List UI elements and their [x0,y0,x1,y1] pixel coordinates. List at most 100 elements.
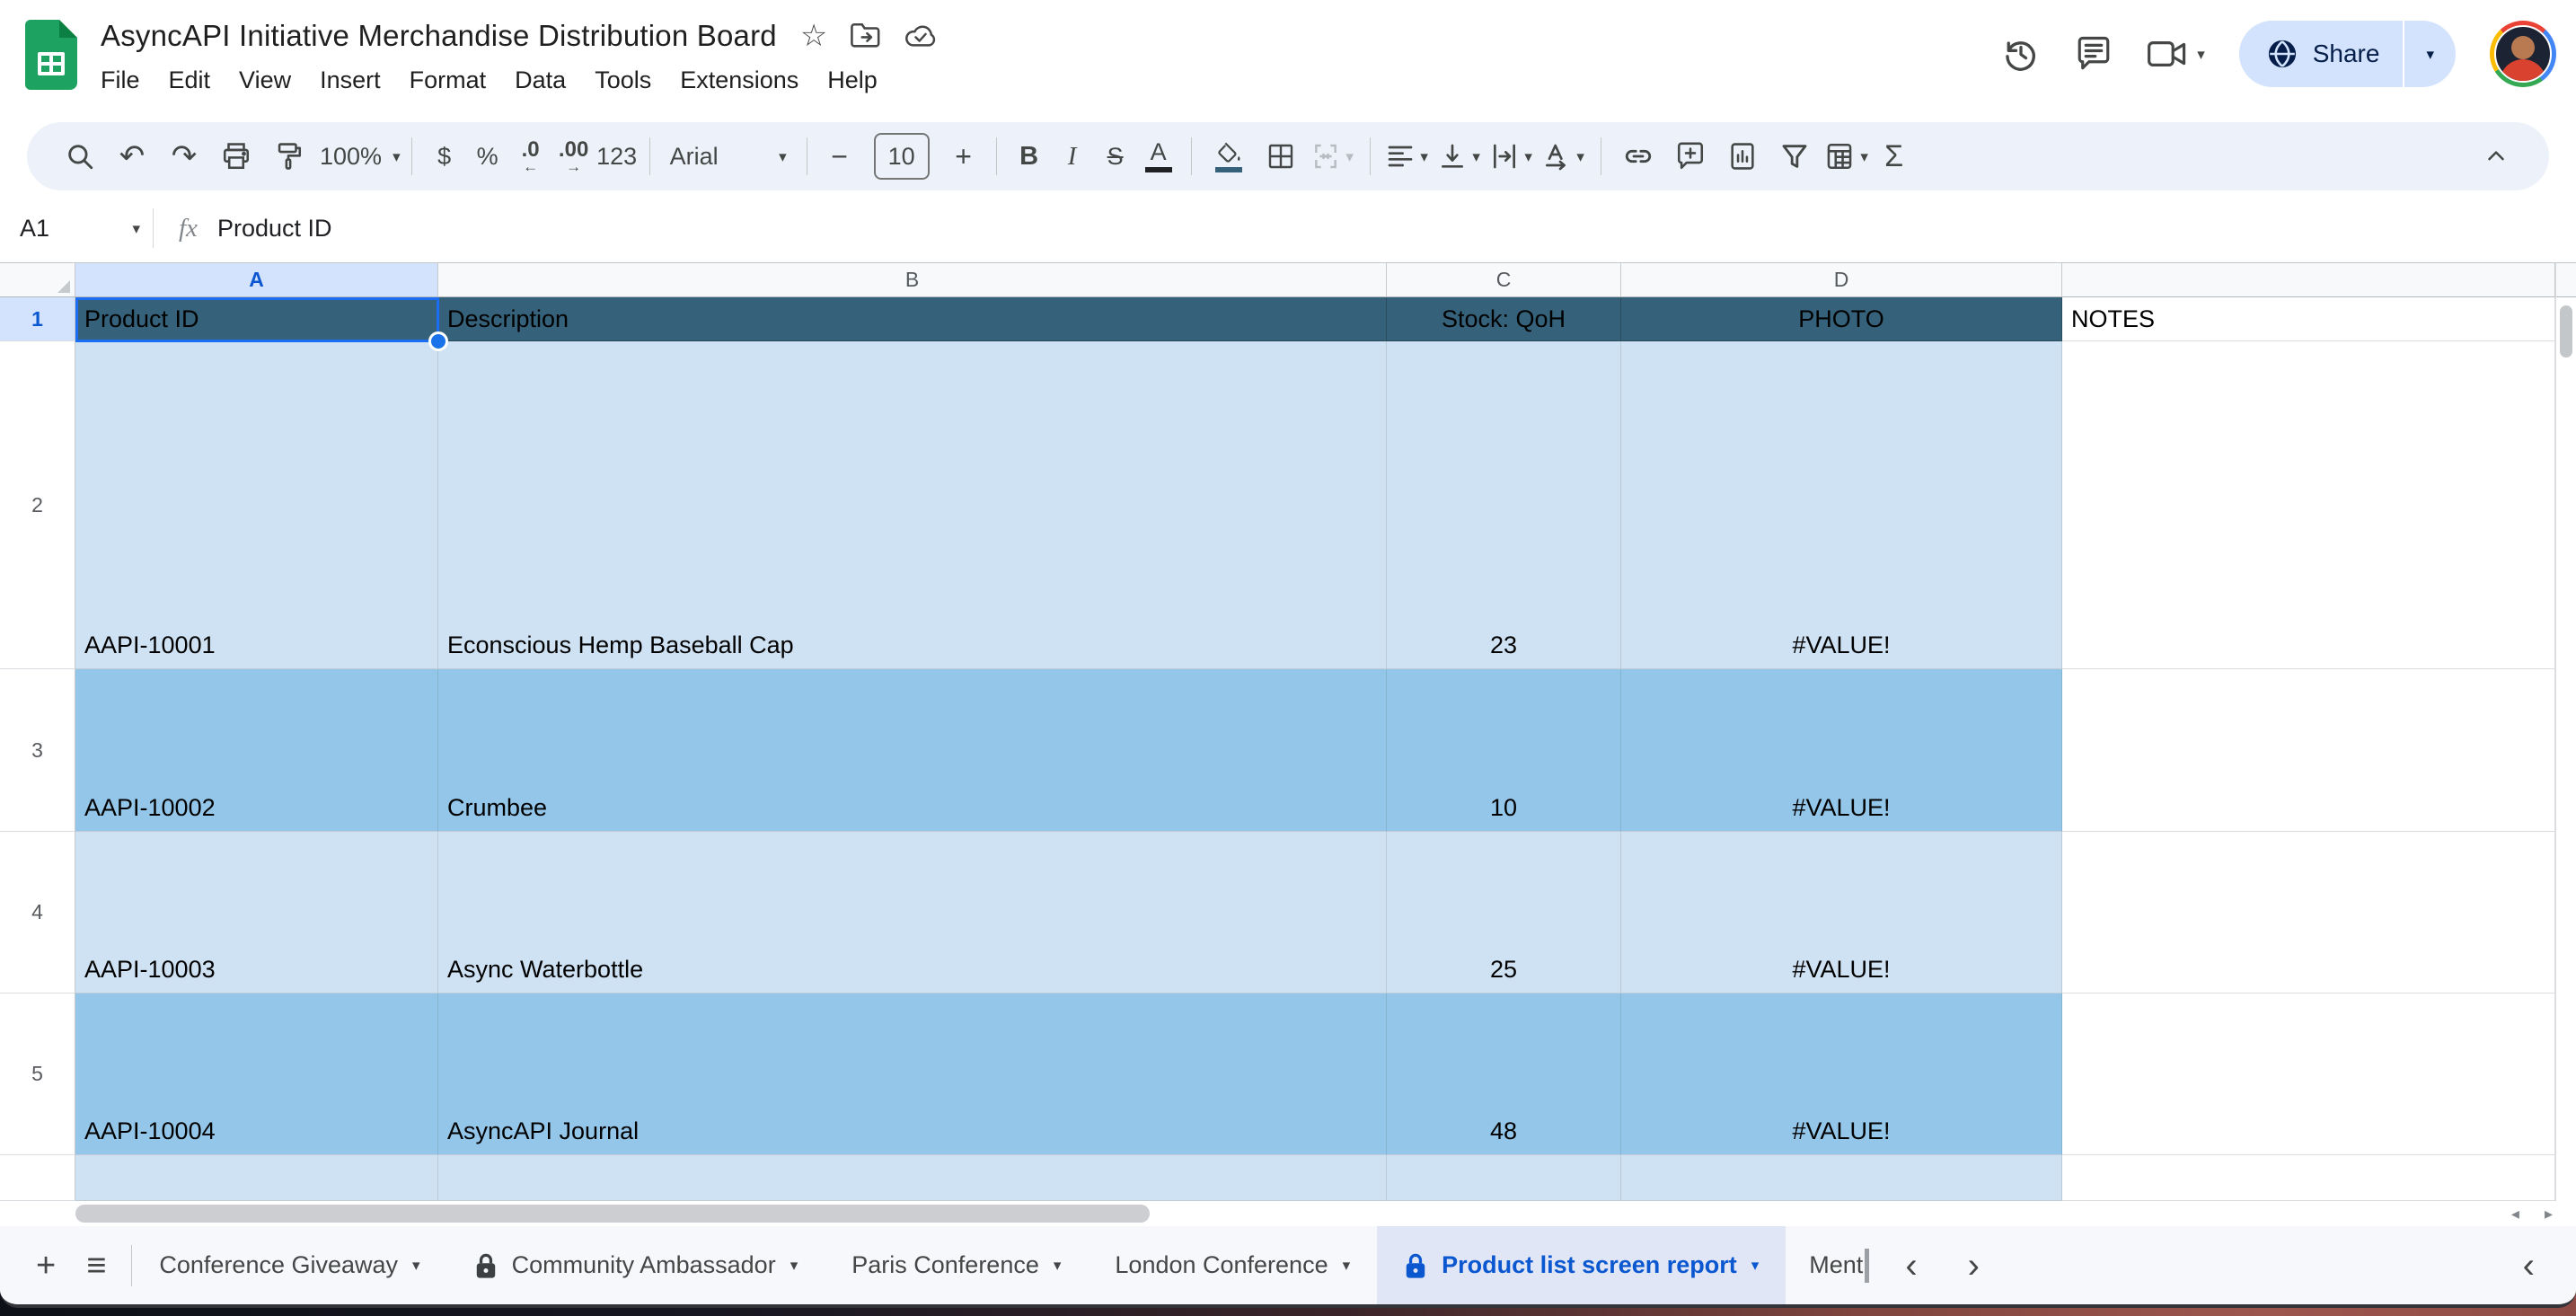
tabs-scroll-right-icon[interactable]: › [1968,1248,1980,1284]
cell-e5[interactable] [2062,994,2555,1155]
increase-font-size-button[interactable]: + [942,130,985,182]
scroll-right-icon[interactable]: ▸ [2545,1206,2553,1222]
sheet-tab-community-ambassador[interactable]: Community Ambassador ▾ [447,1226,825,1304]
strikethrough-button[interactable]: S [1094,130,1137,182]
cell-a6[interactable] [75,1155,438,1201]
cell-d3[interactable]: #VALUE! [1621,669,2062,832]
cloud-saved-icon[interactable] [904,23,937,49]
chevron-down-icon[interactable]: ▾ [790,1258,798,1273]
menu-data[interactable]: Data [500,61,580,100]
insert-chart-button[interactable] [1716,130,1769,182]
insert-link-button[interactable] [1612,130,1664,182]
cell-e1[interactable]: NOTES [2062,297,2555,341]
account-avatar[interactable] [2490,21,2556,87]
sheet-tab-ment-truncated[interactable]: Ment [1786,1226,1870,1304]
cell-d5[interactable]: #VALUE! [1621,994,2062,1155]
tabs-scroll-left-icon[interactable]: ‹ [1905,1248,1917,1284]
star-icon[interactable]: ☆ [800,21,827,51]
cell-d2[interactable]: #VALUE! [1621,341,2062,669]
share-dropdown[interactable]: ▾ [2404,47,2456,62]
menu-view[interactable]: View [225,61,305,100]
paint-format-button[interactable] [262,130,314,182]
cell-a1[interactable]: Product ID [75,297,438,341]
redo-button[interactable]: ↷ [158,130,210,182]
row-header-4[interactable]: 4 [0,832,75,994]
add-sheet-button[interactable]: + [36,1249,56,1283]
undo-button[interactable]: ↶ [106,130,158,182]
name-box[interactable]: A1 ▾ [0,215,153,243]
cell-d1[interactable]: PHOTO [1621,297,2062,341]
menu-help[interactable]: Help [813,61,892,100]
text-rotation-button[interactable]: ▾ [1538,130,1590,182]
chevron-down-icon[interactable]: ▾ [2197,47,2205,62]
decrease-font-size-button[interactable]: − [818,130,861,182]
print-button[interactable] [210,130,262,182]
cell-b5[interactable]: AsyncAPI Journal [438,994,1387,1155]
insert-comment-button[interactable] [1664,130,1716,182]
cell-d6[interactable] [1621,1155,2062,1201]
comments-icon[interactable] [2075,35,2113,73]
row-header-2[interactable]: 2 [0,341,75,669]
all-sheets-button[interactable]: ≡ [86,1249,106,1283]
table-views-button[interactable]: ▾ [1821,130,1873,182]
row-header-6[interactable] [0,1155,75,1201]
document-title[interactable]: AsyncAPI Initiative Merchandise Distribu… [101,19,777,53]
cell-c3[interactable]: 10 [1387,669,1621,832]
cell-a2[interactable]: AAPI-10001 [75,341,438,669]
join-call-button[interactable]: ▾ [2147,38,2205,70]
sheet-tab-london-conference[interactable]: London Conference ▾ [1088,1226,1377,1304]
cell-c5[interactable]: 48 [1387,994,1621,1155]
cell-e6[interactable] [2062,1155,2555,1201]
vertical-scrollbar-thumb[interactable] [2560,305,2572,358]
menu-tools[interactable]: Tools [580,61,666,100]
side-panel-collapse-icon[interactable]: ‹ [2523,1248,2535,1284]
column-header-c[interactable]: C [1387,263,1621,297]
menu-format[interactable]: Format [395,61,501,100]
row-header-3[interactable]: 3 [0,669,75,832]
sheets-logo-icon[interactable] [25,20,77,90]
font-select[interactable]: Arial ▾ [661,130,796,182]
scroll-left-icon[interactable]: ◂ [2511,1206,2519,1222]
column-header-b[interactable]: B [438,263,1387,297]
collapse-toolbar-button[interactable] [2470,130,2522,182]
select-all-corner[interactable] [0,263,75,297]
row-header-1[interactable]: 1 [0,297,75,341]
horizontal-scrollbar-thumb[interactable] [75,1205,1150,1223]
cell-d4[interactable]: #VALUE! [1621,832,2062,994]
chevron-down-icon[interactable]: ▾ [412,1258,420,1273]
cell-e2[interactable] [2062,341,2555,669]
horizontal-align-button[interactable]: ▾ [1381,130,1434,182]
horizontal-scrollbar[interactable]: ◂ ▸ [0,1201,2576,1226]
italic-button[interactable]: I [1051,130,1094,182]
cell-b1[interactable]: Description [438,297,1387,341]
zoom-select[interactable]: 100% ▾ [314,130,401,182]
row-header-5[interactable]: 5 [0,994,75,1155]
text-wrapping-button[interactable]: ▾ [1486,130,1538,182]
cell-c2[interactable]: 23 [1387,341,1621,669]
fill-color-button[interactable] [1203,130,1255,182]
vertical-align-button[interactable]: ▾ [1434,130,1486,182]
cell-b3[interactable]: Crumbee [438,669,1387,832]
menu-insert[interactable]: Insert [305,61,395,100]
column-header-e[interactable] [2062,263,2555,297]
cell-b4[interactable]: Async Waterbottle [438,832,1387,994]
font-size-input[interactable]: 10 [873,133,930,180]
bold-button[interactable]: B [1008,130,1051,182]
share-button[interactable]: Share ▾ [2238,21,2456,87]
fill-handle[interactable] [428,331,448,351]
cell-a4[interactable]: AAPI-10003 [75,832,438,994]
column-header-a[interactable]: A [75,263,438,297]
borders-button[interactable] [1255,130,1307,182]
search-menus-button[interactable] [54,130,106,182]
move-folder-icon[interactable] [851,22,881,49]
cell-a3[interactable]: AAPI-10002 [75,669,438,832]
cell-a5[interactable]: AAPI-10004 [75,994,438,1155]
sheet-tab-paris-conference[interactable]: Paris Conference ▾ [825,1226,1088,1304]
decrease-decimal-button[interactable]: .0 ← [509,130,552,182]
cell-c1[interactable]: Stock: QoH [1387,297,1621,341]
cell-b2[interactable]: Econscious Hemp Baseball Cap [438,341,1387,669]
create-filter-button[interactable] [1769,130,1821,182]
column-header-d[interactable]: D [1621,263,2062,297]
text-color-button[interactable]: A [1137,130,1180,182]
version-history-icon[interactable] [2001,34,2041,74]
